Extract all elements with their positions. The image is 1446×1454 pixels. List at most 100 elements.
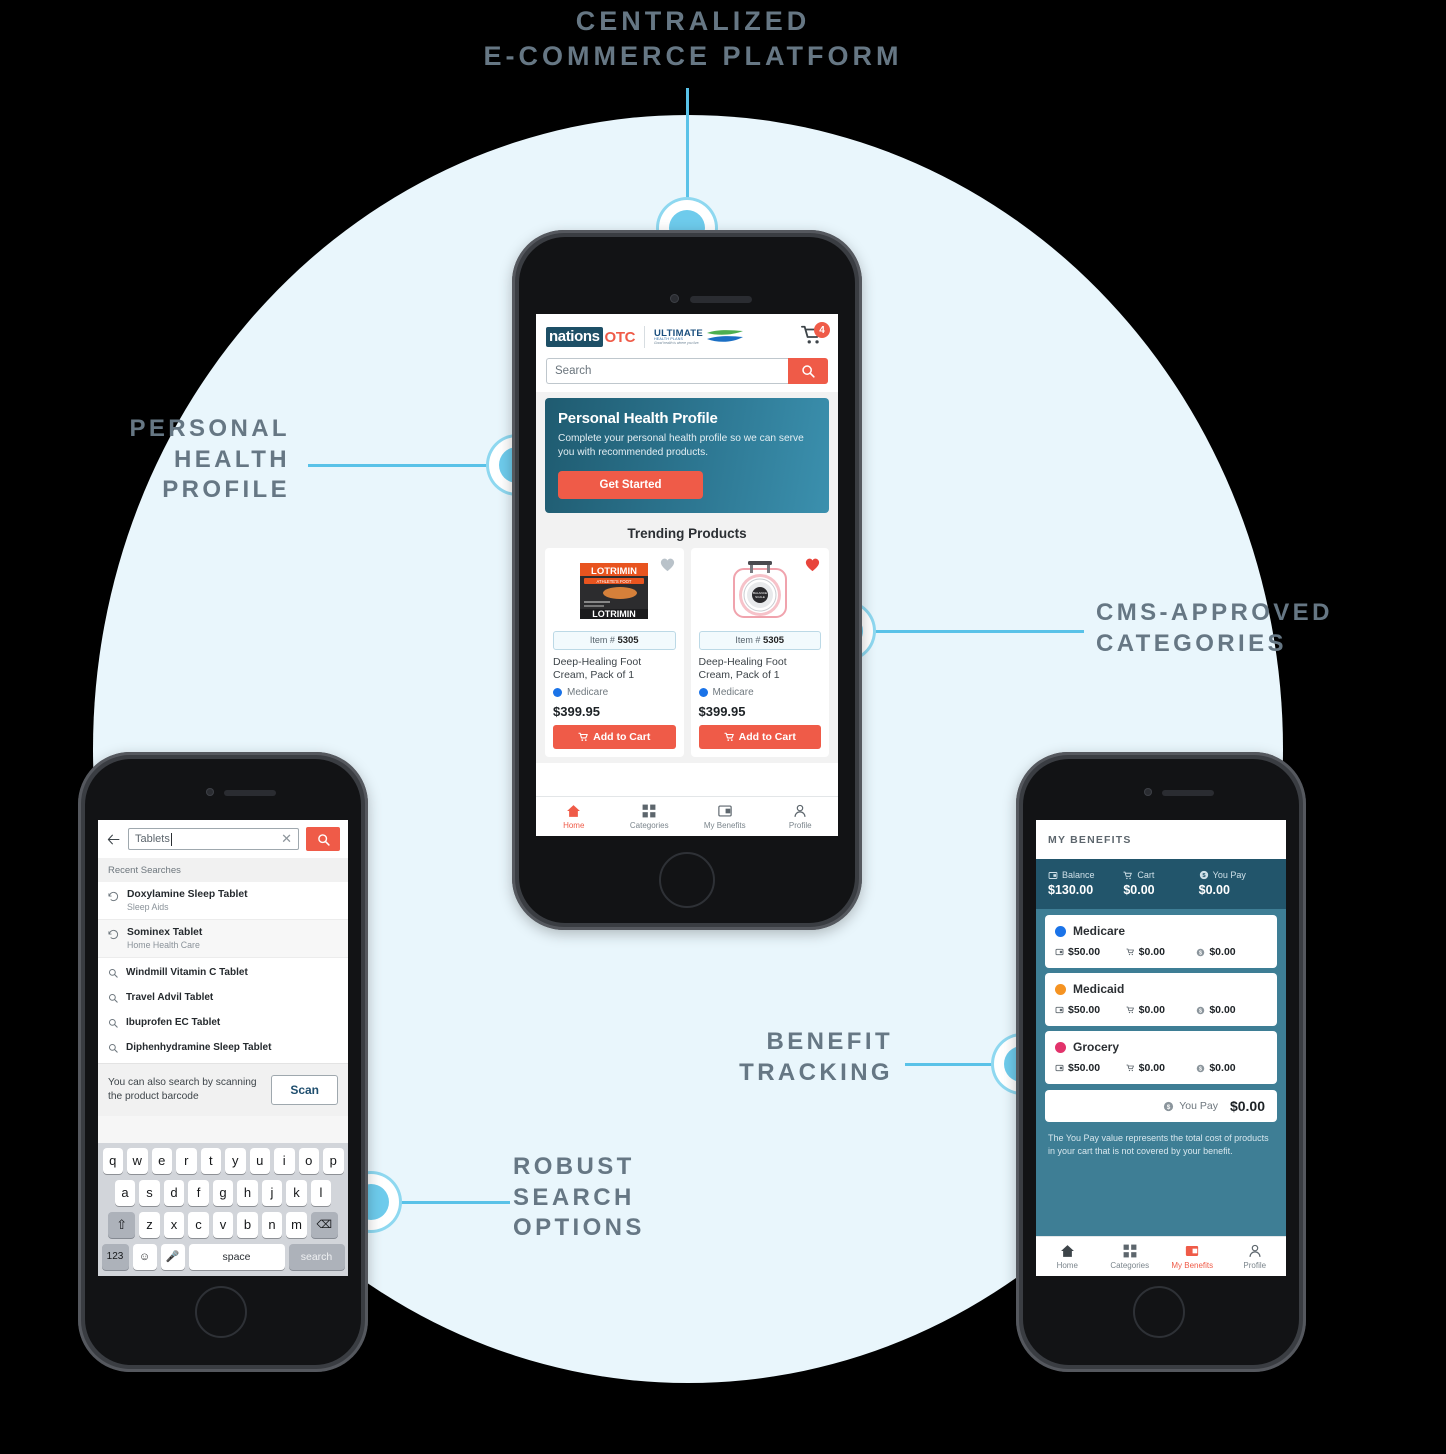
search-submit-button[interactable] <box>306 827 340 851</box>
favorite-button[interactable] <box>659 556 676 572</box>
item-label: Item # <box>735 634 761 645</box>
tab-categories[interactable]: Categories <box>612 797 688 836</box>
key-n[interactable]: n <box>261 1212 283 1238</box>
space-key[interactable]: space <box>188 1244 285 1270</box>
svg-text:LOTRIMIN: LOTRIMIN <box>593 609 637 619</box>
home-button[interactable] <box>195 1286 247 1338</box>
key-g[interactable]: g <box>212 1180 234 1206</box>
key-d[interactable]: d <box>163 1180 185 1206</box>
key-k[interactable]: k <box>286 1180 307 1206</box>
benefit-card[interactable]: Medicaid $50.00 $0.00 $ $0.00 <box>1045 973 1277 1026</box>
summary-label: Balance <box>1062 870 1095 880</box>
key-p[interactable]: p <box>323 1148 344 1174</box>
key-b[interactable]: b <box>237 1212 258 1238</box>
tab-my-benefits[interactable]: My Benefits <box>687 797 763 836</box>
benefit-card[interactable]: Medicare $50.00 $0.00 $ $0.00 <box>1045 915 1277 968</box>
suggestion-title: Windmill Vitamin C Tablet <box>126 967 248 978</box>
recent-search-item[interactable]: Sominex Tablet Home Health Care <box>98 920 348 958</box>
microphone-key[interactable]: 🎤 <box>160 1244 185 1270</box>
you-pay-value: $0.00 <box>1229 1098 1265 1114</box>
backspace-key[interactable]: ⌫ <box>310 1212 338 1238</box>
benefit-you-pay: $ $0.00 <box>1196 946 1267 958</box>
tab-categories[interactable]: Categories <box>1099 1237 1162 1276</box>
tab-home[interactable]: Home <box>1036 1237 1099 1276</box>
key-l[interactable]: l <box>310 1180 332 1206</box>
tab-label: Categories <box>1110 1260 1150 1270</box>
add-to-cart-button[interactable]: Add to Cart <box>698 724 821 749</box>
key-s[interactable]: s <box>139 1180 160 1206</box>
key-q[interactable]: q <box>102 1148 123 1174</box>
key-r[interactable]: r <box>176 1148 197 1174</box>
key-m[interactable]: m <box>286 1212 307 1238</box>
summary-you-pay: $ You Pay $0.00 <box>1199 870 1274 897</box>
search-bar[interactable]: Search <box>546 358 828 384</box>
key-x[interactable]: x <box>163 1212 185 1238</box>
key-t[interactable]: t <box>200 1148 221 1174</box>
key-c[interactable]: c <box>188 1212 209 1238</box>
phone-device-home: nations OTC ULTIMATE HEALTH PLANS Good he… <box>512 230 862 930</box>
clear-search-button[interactable]: ✕ <box>281 831 292 847</box>
dollar-icon: $ <box>1197 1064 1205 1072</box>
search-suggestion-item[interactable]: Travel Advil Tablet <box>98 985 348 1010</box>
app-header: nations OTC ULTIMATE HEALTH PLANS Good he… <box>536 314 838 384</box>
svg-text:LOTRIMIN: LOTRIMIN <box>591 566 637 577</box>
benefit-color-dot <box>1055 925 1066 937</box>
add-to-cart-button[interactable]: Add to Cart <box>553 724 676 749</box>
dollar-icon: $ <box>1197 1006 1205 1014</box>
benefit-color-dot <box>1055 983 1066 995</box>
grid-icon <box>642 804 656 817</box>
item-number: 5305 <box>762 634 785 646</box>
benefit-balance-value: $50.00 <box>1068 946 1101 958</box>
front-camera-icon <box>206 788 214 796</box>
key-z[interactable]: z <box>139 1212 160 1238</box>
numbers-key[interactable]: 123 <box>101 1244 129 1270</box>
home-button[interactable] <box>659 852 715 908</box>
search-suggestion-item[interactable]: Windmill Vitamin C Tablet <box>98 958 348 985</box>
tab-profile[interactable]: Profile <box>763 797 839 836</box>
favorite-button[interactable] <box>804 556 821 572</box>
tab-my-benefits[interactable]: My Benefits <box>1161 1237 1224 1276</box>
search-submit-button[interactable] <box>788 358 828 384</box>
key-j[interactable]: j <box>261 1180 283 1206</box>
search-key[interactable]: search <box>288 1244 345 1270</box>
product-price: $399.95 <box>698 703 746 719</box>
nationsotc-logo: nations OTC <box>546 327 635 347</box>
key-h[interactable]: h <box>237 1180 258 1206</box>
back-button[interactable] <box>106 833 121 846</box>
home-button[interactable] <box>1133 1286 1185 1338</box>
cart-button[interactable]: 4 <box>800 322 830 350</box>
key-e[interactable]: e <box>151 1148 172 1174</box>
get-started-button[interactable]: Get Started <box>558 470 703 499</box>
search-input[interactable]: Tablets ✕ <box>128 828 299 850</box>
key-i[interactable]: i <box>274 1148 295 1174</box>
history-icon <box>108 891 119 902</box>
product-card[interactable]: BALANCE SCALE Item # 5305 Deep-Healing F… <box>690 547 829 757</box>
recent-search-title: Sominex Tablet <box>127 927 203 938</box>
scan-button[interactable]: Scan <box>271 1075 338 1105</box>
tab-profile[interactable]: Profile <box>1224 1237 1287 1276</box>
search-suggestion-item[interactable]: Diphenhydramine Sleep Tablet <box>98 1035 348 1063</box>
callout-cms-approved-categories: CMS-APPROVED CATEGORIES <box>1096 599 1333 657</box>
suggestion-title: Diphenhydramine Sleep Tablet <box>126 1042 272 1053</box>
php-description: Complete your personal health profile so… <box>558 433 804 458</box>
tab-home[interactable]: Home <box>536 797 612 836</box>
emoji-key[interactable]: ☺ <box>132 1244 157 1270</box>
key-v[interactable]: v <box>212 1212 234 1238</box>
product-card[interactable]: LOTRIMIN ATHLETE'S FOOT LOTRIMIN Item # … <box>545 547 684 757</box>
person-icon <box>1249 1244 1261 1257</box>
plan-color-dot <box>698 687 708 697</box>
benefit-card[interactable]: Grocery $50.00 $0.00 $ $0.00 <box>1045 1031 1277 1084</box>
recent-search-title: Doxylamine Sleep Tablet <box>127 889 248 900</box>
key-w[interactable]: w <box>127 1148 148 1174</box>
shift-key[interactable]: ⇧ <box>108 1212 136 1238</box>
search-suggestion-item[interactable]: Ibuprofen EC Tablet <box>98 1010 348 1035</box>
key-a[interactable]: a <box>114 1180 136 1206</box>
key-u[interactable]: u <box>249 1148 270 1174</box>
key-y[interactable]: y <box>225 1148 246 1174</box>
partner-tagline: Good health is where you live. <box>654 340 700 345</box>
recent-search-item[interactable]: Doxylamine Sleep Tablet Sleep Aids <box>98 882 348 920</box>
key-f[interactable]: f <box>188 1180 209 1206</box>
heart-icon <box>805 558 820 571</box>
key-o[interactable]: o <box>298 1148 319 1174</box>
search-input[interactable]: Search <box>546 358 788 384</box>
